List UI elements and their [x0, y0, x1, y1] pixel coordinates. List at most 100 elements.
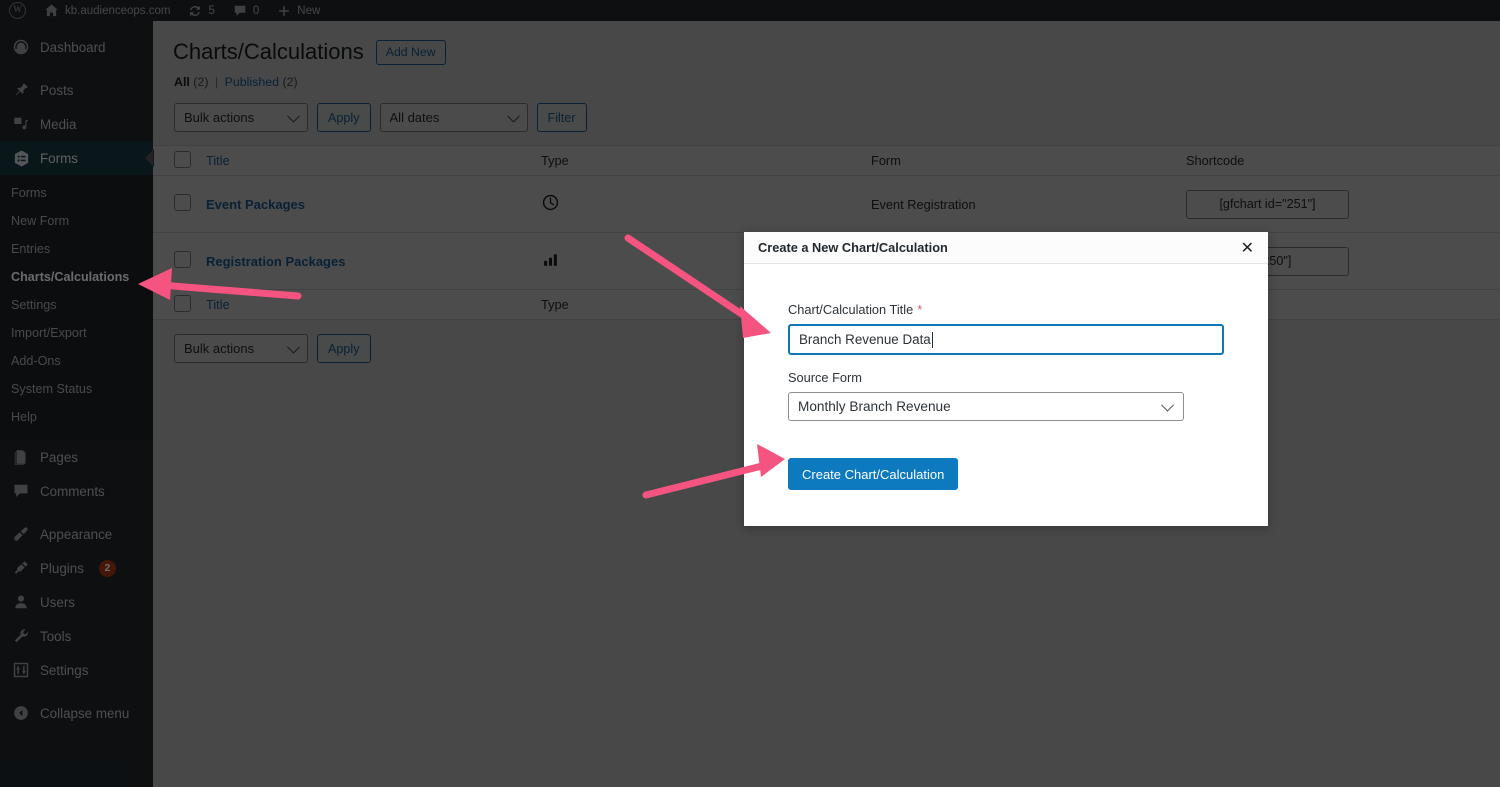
submenu-item-import-export[interactable]: Import/Export [0, 319, 153, 347]
create-chart-button[interactable]: Create Chart/Calculation [788, 458, 959, 490]
submenu-item-new-form[interactable]: New Form [0, 207, 153, 235]
sidebar-item-dashboard[interactable]: Dashboard [0, 30, 153, 64]
submenu-item-help[interactable]: Help [0, 403, 153, 431]
bulk-actions-select-top[interactable]: Bulk actions [174, 103, 308, 132]
plus-icon [277, 4, 291, 18]
row-shortcode-cell: [gfchart id="251"] [1186, 175, 1500, 233]
updates-button[interactable]: 5 [179, 0, 223, 21]
sidebar-item-label: Media [40, 116, 77, 132]
updates-icon [188, 4, 202, 18]
tablenav-top: Bulk actions Apply All dates Filter [153, 89, 1500, 132]
sidebar-item-comments[interactable]: Comments [0, 474, 153, 508]
date-filter-select[interactable]: All dates [379, 103, 528, 132]
close-icon[interactable]: ✕ [1241, 239, 1254, 256]
bulk-actions-value: Bulk actions [184, 110, 255, 125]
sidebar-item-settings[interactable]: Settings [0, 653, 153, 687]
sidebar-item-forms[interactable]: Forms [0, 141, 153, 175]
sidebar-item-label: Posts [40, 82, 74, 98]
view-separator: | [214, 75, 219, 89]
source-form-select[interactable]: Monthly Branch Revenue [788, 392, 1184, 421]
column-footer-title: Title [206, 289, 541, 320]
apply-button-bottom[interactable]: Apply [317, 334, 371, 363]
select-all-checkbox[interactable] [174, 150, 191, 168]
new-content-button[interactable]: New [268, 0, 329, 21]
filter-button[interactable]: Filter [536, 103, 587, 132]
admin-sidebar: Dashboard Posts Media Forms Forms New Fo… [0, 21, 153, 787]
sidebar-item-label: Dashboard [40, 39, 106, 55]
table-header-row: Title Type Form Shortcode [153, 145, 1500, 176]
updates-count: 5 [208, 4, 215, 17]
column-footer-title-label[interactable]: Title [206, 297, 230, 312]
field-spacer [788, 355, 1224, 370]
chart-title-link[interactable]: Event Packages [206, 197, 305, 212]
submenu-item-entries[interactable]: Entries [0, 235, 153, 263]
table-row: Event Packages Event Registration [gfcha… [153, 175, 1500, 233]
sidebar-item-collapse-menu[interactable]: Collapse menu [0, 696, 153, 730]
wrench-icon [11, 626, 31, 646]
modal-actions: Create Chart/Calculation [744, 421, 1268, 490]
sidebar-item-pages[interactable]: Pages [0, 440, 153, 474]
source-form-value: Monthly Branch Revenue [798, 399, 951, 414]
sidebar-item-label: Pages [40, 449, 78, 465]
pages-icon [11, 447, 31, 467]
column-header-title-label[interactable]: Title [206, 153, 230, 168]
view-link-published[interactable]: Published [225, 75, 279, 89]
submenu-item-charts-calculations[interactable]: Charts/Calculations [0, 263, 153, 291]
date-filter-value: All dates [389, 110, 440, 125]
page-title: Charts/Calculations [173, 39, 364, 64]
comments-button[interactable]: 0 [224, 0, 268, 21]
media-icon [11, 114, 31, 134]
row-title-cell: Registration Packages [206, 232, 541, 290]
screen-root: kb.audienceops.com 5 0 New Dashbo [0, 0, 1500, 787]
submenu-item-system-status[interactable]: System Status [0, 375, 153, 403]
submenu-item-forms[interactable]: Forms [0, 179, 153, 207]
column-header-type: Type [541, 145, 871, 176]
forms-submenu: Forms New Form Entries Charts/Calculatio… [0, 175, 153, 440]
row-checkbox[interactable] [174, 251, 191, 268]
brush-icon [11, 524, 31, 544]
chart-title-label-text: Chart/Calculation Title [788, 302, 914, 317]
comments-icon [11, 481, 31, 501]
column-header-shortcode-label: Shortcode [1186, 153, 1245, 168]
comments-count: 0 [252, 4, 260, 17]
sidebar-item-posts[interactable]: Posts [0, 73, 153, 107]
text-caret [931, 331, 933, 348]
admin-bar: kb.audienceops.com 5 0 New [0, 0, 1500, 21]
sidebar-item-label: Comments [40, 483, 105, 499]
chevron-down-icon [506, 109, 520, 123]
sidebar-item-users[interactable]: Users [0, 585, 153, 619]
column-header-form-label: Form [871, 153, 901, 168]
sidebar-item-plugins[interactable]: Plugins 2 [0, 551, 153, 585]
apply-button-top[interactable]: Apply [317, 103, 371, 132]
new-content-label: New [297, 4, 321, 17]
sidebar-item-tools[interactable]: Tools [0, 619, 153, 653]
comments-icon [233, 4, 247, 18]
row-checkbox[interactable] [174, 194, 191, 211]
site-name-label: kb.audienceops.com [65, 4, 171, 17]
bulk-actions-select-bottom[interactable]: Bulk actions [174, 334, 308, 363]
view-link-all[interactable]: All [174, 75, 190, 89]
wordpress-logo-button[interactable] [0, 0, 35, 21]
site-name-button[interactable]: kb.audienceops.com [35, 0, 179, 21]
sidebar-divider [0, 687, 153, 696]
select-all-header [153, 145, 206, 176]
sidebar-item-label: Appearance [40, 526, 113, 542]
bar-chart-icon [541, 250, 560, 272]
add-new-button[interactable]: Add New [375, 39, 446, 65]
sidebar-item-label: Collapse menu [40, 705, 130, 721]
submenu-item-settings[interactable]: Settings [0, 291, 153, 319]
page-header: Charts/Calculations Add New [153, 21, 1500, 65]
shortcode-field[interactable]: [gfchart id="251"] [1186, 189, 1349, 219]
chart-title-link[interactable]: Registration Packages [206, 254, 345, 269]
home-icon [44, 3, 59, 18]
submenu-item-add-ons[interactable]: Add-Ons [0, 347, 153, 375]
sidebar-item-media[interactable]: Media [0, 107, 153, 141]
chart-title-input[interactable]: Branch Revenue Data [788, 324, 1224, 355]
sidebar-item-appearance[interactable]: Appearance [0, 517, 153, 551]
column-header-form: Form [871, 145, 1186, 176]
plug-icon [11, 558, 31, 578]
chevron-down-icon [1161, 398, 1174, 412]
sidebar-divider [0, 64, 153, 73]
select-all-checkbox-footer[interactable] [174, 294, 191, 312]
sidebar-item-label: Tools [40, 628, 72, 644]
